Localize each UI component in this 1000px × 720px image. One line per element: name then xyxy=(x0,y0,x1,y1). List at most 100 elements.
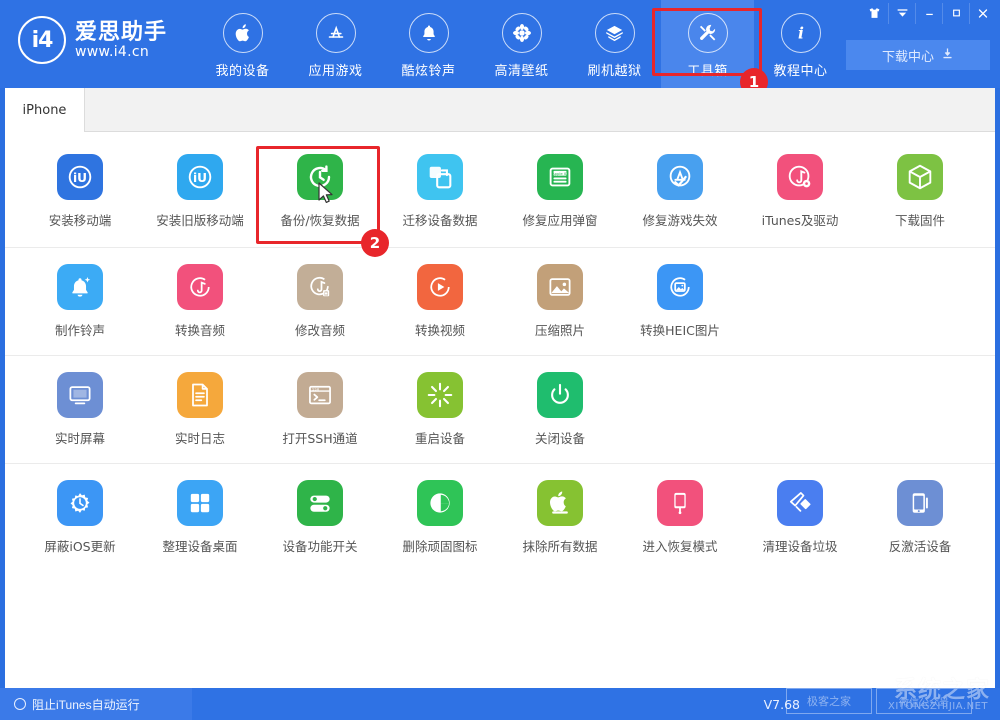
tool-erase-all-data[interactable]: 抹除所有数据 xyxy=(500,480,620,555)
toolbox-row-1: iU 安装移动端 iU 安装旧版移动端 备份/恢复数据 xyxy=(5,132,995,248)
minimize-icon[interactable] xyxy=(915,3,942,24)
nav-label: 应用游戏 xyxy=(308,60,362,79)
block-itunes-label: 阻止iTunes自动运行 xyxy=(32,696,140,713)
maximize-icon[interactable] xyxy=(942,3,969,24)
logo-title: 爱思助手 xyxy=(75,19,167,44)
app-header: i4 爱思助手 www.i4.cn 我的设备 应用游戏 xyxy=(0,0,1000,88)
tool-compress-photo[interactable]: 压缩照片 xyxy=(500,264,620,339)
block-itunes-toggle[interactable]: 阻止iTunes自动运行 xyxy=(0,688,192,720)
tool-label: 实时屏幕 xyxy=(55,428,105,447)
tool-fix-game[interactable]: 修复游戏失效 xyxy=(620,154,740,229)
feature-toggle-icon xyxy=(297,480,343,526)
tool-label: 打开SSH通道 xyxy=(282,428,357,447)
tool-label: 设备功能开关 xyxy=(282,536,357,555)
nav-item-toolbox[interactable]: 工具箱 xyxy=(661,0,754,88)
menu-dropdown-icon[interactable] xyxy=(888,3,915,24)
download-center-label: 下载中心 xyxy=(882,46,934,65)
tool-label: 删除顽固图标 xyxy=(402,536,477,555)
download-center-button[interactable]: 下载中心 xyxy=(846,40,990,70)
tool-label: 转换视频 xyxy=(415,320,465,339)
tool-label: 转换音频 xyxy=(175,320,225,339)
download-icon xyxy=(941,47,954,63)
tab-iphone[interactable]: iPhone xyxy=(5,88,85,132)
tool-install-old-mobile[interactable]: iU 安装旧版移动端 xyxy=(140,154,260,229)
window-controls xyxy=(861,2,996,24)
tool-reboot-device[interactable]: 重启设备 xyxy=(380,372,500,447)
tool-label: 修复游戏失效 xyxy=(642,210,717,229)
erase-data-icon xyxy=(537,480,583,526)
tool-label: 制作铃声 xyxy=(55,320,105,339)
close-icon[interactable] xyxy=(969,3,996,24)
version-label: V7.68 xyxy=(764,688,800,720)
tool-label: 备份/恢复数据 xyxy=(280,210,359,229)
radio-icon xyxy=(14,698,26,710)
flower-icon xyxy=(502,13,542,53)
tool-label: 反激活设备 xyxy=(889,536,952,555)
tool-label: 安装移动端 xyxy=(49,210,112,229)
tool-live-screen[interactable]: 实时屏幕 xyxy=(20,372,140,447)
backup-restore-icon xyxy=(297,154,343,200)
nav-label: 工具箱 xyxy=(687,60,728,79)
svg-text:SSH: SSH xyxy=(312,386,320,391)
i4-logo-icon: i4 xyxy=(18,16,66,64)
svg-text:iU: iU xyxy=(193,171,207,185)
tool-label: 重启设备 xyxy=(415,428,465,447)
itunes-driver-icon xyxy=(777,154,823,200)
tool-deactivate-device[interactable]: 反激活设备 xyxy=(860,480,980,555)
apple-icon xyxy=(223,13,263,53)
tool-label: 迁移设备数据 xyxy=(402,210,477,229)
tool-feature-toggle[interactable]: 设备功能开关 xyxy=(260,480,380,555)
tool-migrate-data[interactable]: 迁移设备数据 xyxy=(380,154,500,229)
nav-item-apps-games[interactable]: 应用游戏 xyxy=(289,0,382,88)
ssh-terminal-icon: SSH xyxy=(297,372,343,418)
tool-download-firmware[interactable]: 下载固件 xyxy=(860,154,980,229)
nav-item-my-device[interactable]: 我的设备 xyxy=(196,0,289,88)
tool-edit-audio[interactable]: 自 修改音频 xyxy=(260,264,380,339)
block-update-icon xyxy=(57,480,103,526)
tool-clean-junk[interactable]: 清理设备垃圾 xyxy=(740,480,860,555)
tool-block-ios-update[interactable]: 屏蔽iOS更新 xyxy=(20,480,140,555)
svg-text:iU: iU xyxy=(73,171,87,185)
fix-game-icon xyxy=(657,154,703,200)
clean-junk-icon xyxy=(777,480,823,526)
tool-remove-stubborn-icon[interactable]: 删除顽固图标 xyxy=(380,480,500,555)
toolbox-row-4: 屏蔽iOS更新 整理设备桌面 xyxy=(5,464,995,571)
tool-label: 下载固件 xyxy=(895,210,945,229)
tool-label: 整理设备桌面 xyxy=(162,536,237,555)
tool-convert-audio[interactable]: 转换音频 xyxy=(140,264,260,339)
nav-item-wallpapers[interactable]: 高清壁纸 xyxy=(475,0,568,88)
tool-itunes-driver[interactable]: iTunes及驱动 xyxy=(740,154,860,229)
skin-icon[interactable] xyxy=(861,3,888,24)
tool-label: 关闭设备 xyxy=(535,428,585,447)
tools-icon xyxy=(688,13,728,53)
tool-recovery-mode[interactable]: 进入恢复模式 xyxy=(620,480,740,555)
tool-install-mobile[interactable]: iU 安装移动端 xyxy=(20,154,140,229)
tool-label: 安装旧版移动端 xyxy=(156,210,244,229)
tool-convert-heic[interactable]: 转换HEIC图片 xyxy=(620,264,740,339)
reboot-icon xyxy=(417,372,463,418)
app-logo: i4 爱思助手 www.i4.cn xyxy=(18,16,167,64)
power-off-icon xyxy=(537,372,583,418)
tool-convert-video[interactable]: 转换视频 xyxy=(380,264,500,339)
nav-item-tutorials[interactable]: i 教程中心 xyxy=(754,0,847,88)
tool-label: 实时日志 xyxy=(175,428,225,447)
tool-organize-desktop[interactable]: 整理设备桌面 xyxy=(140,480,260,555)
i4-app-old-icon: iU xyxy=(177,154,223,200)
tool-backup-restore[interactable]: 备份/恢复数据 xyxy=(260,154,380,229)
apple-id-icon: Apple ID xyxy=(537,154,583,200)
remove-icon-icon xyxy=(417,480,463,526)
tool-open-ssh[interactable]: SSH 打开SSH通道 xyxy=(260,372,380,447)
edit-audio-icon: 自 xyxy=(297,264,343,310)
tool-make-ringtone[interactable]: 制作铃声 xyxy=(20,264,140,339)
nav-item-flash-jailbreak[interactable]: 刷机越狱 xyxy=(568,0,661,88)
tool-label: 转换HEIC图片 xyxy=(640,320,720,339)
recovery-mode-icon xyxy=(657,480,703,526)
nav-item-ringtones[interactable]: 酷炫铃声 xyxy=(382,0,475,88)
tool-live-log[interactable]: 实时日志 xyxy=(140,372,260,447)
make-ringtone-icon xyxy=(57,264,103,310)
tool-fix-app-popup[interactable]: Apple ID 修复应用弹窗 xyxy=(500,154,620,229)
tool-label: 进入恢复模式 xyxy=(642,536,717,555)
migrate-data-icon xyxy=(417,154,463,200)
tool-shutdown-device[interactable]: 关闭设备 xyxy=(500,372,620,447)
live-log-icon xyxy=(177,372,223,418)
